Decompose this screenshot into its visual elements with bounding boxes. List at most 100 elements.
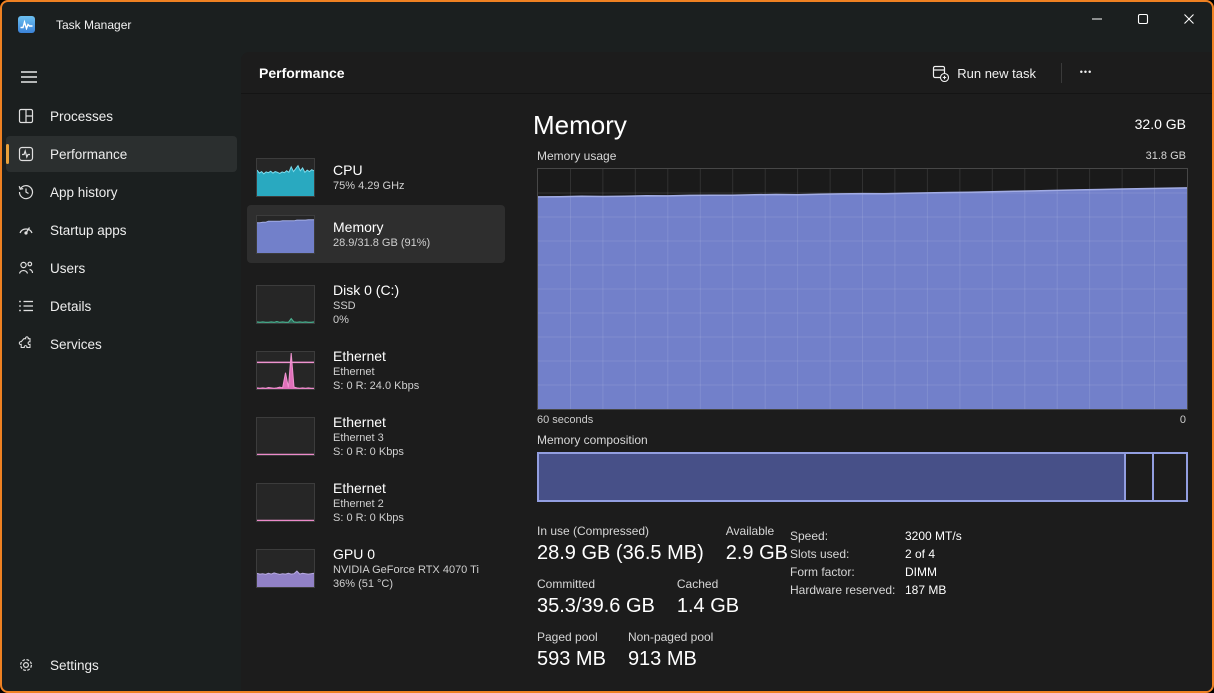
navigation-menu-button[interactable]: [11, 60, 47, 94]
sidebar-nav: Processes Performance App history Startu…: [2, 96, 241, 364]
users-icon: [17, 260, 34, 277]
info-value: 187 MB: [905, 581, 946, 599]
info-label: Form factor:: [790, 563, 905, 581]
stat-value: 28.9 GB (36.5 MB): [537, 541, 704, 566]
info-value: 2 of 4: [905, 545, 935, 563]
services-icon: [17, 336, 34, 353]
sidebar-item-details[interactable]: Details: [6, 288, 237, 324]
perf-item-subtitle: S: 0 R: 0 Kbps: [333, 445, 404, 459]
perf-item-subtitle: NVIDIA GeForce RTX 4070 Ti: [333, 563, 479, 577]
task-manager-window: Task Manager Processes: [0, 0, 1214, 693]
stat-in-use: In use (Compressed) 28.9 GB (36.5 MB): [537, 524, 704, 566]
memory-composition-label: Memory composition: [537, 433, 648, 447]
stat-label: Cached: [677, 577, 739, 592]
performance-icon: [17, 146, 34, 163]
page-title: Performance: [259, 65, 345, 81]
perf-item-title: Ethernet: [333, 480, 404, 497]
stat-paged-pool: Paged pool 593 MB: [537, 630, 606, 672]
info-speed: Speed: 3200 MT/s: [790, 527, 962, 545]
perf-item-subtitle: 0%: [333, 313, 399, 327]
perf-item-subtitle: S: 0 R: 24.0 Kbps: [333, 379, 419, 393]
run-new-task-icon: [932, 65, 949, 82]
info-value: 3200 MT/s: [905, 527, 962, 545]
perf-item-cpu[interactable]: CPU 75% 4.29 GHz: [247, 149, 505, 205]
run-new-task-button[interactable]: Run new task: [922, 58, 1046, 88]
memory-detail-title: Memory: [533, 110, 627, 141]
perf-item-title: Memory: [333, 219, 430, 236]
memory-total-capacity: 32.0 GB: [1135, 116, 1186, 132]
panel-header: Performance Run new task •••: [241, 52, 1212, 94]
maximize-button[interactable]: [1120, 2, 1166, 36]
disk-mini-chart: [256, 285, 315, 324]
perf-item-title: GPU 0: [333, 546, 479, 563]
sidebar-item-label: Users: [50, 261, 85, 276]
sidebar-item-label: App history: [50, 185, 118, 200]
stat-value: 1.4 GB: [677, 594, 739, 619]
stat-available: Available 2.9 GB: [726, 524, 788, 566]
window-title: Task Manager: [56, 18, 131, 32]
processes-icon: [17, 108, 34, 125]
perf-item-gpu[interactable]: GPU 0 NVIDIA GeForce RTX 4070 Ti 36% (51…: [247, 535, 505, 601]
stat-value: 593 MB: [537, 647, 606, 672]
sidebar: Processes Performance App history Startu…: [2, 52, 241, 691]
stat-label: In use (Compressed): [537, 524, 704, 539]
perf-item-title: Disk 0 (C:): [333, 282, 399, 299]
app-history-icon: [17, 184, 34, 201]
chart-scale-max: 31.8 GB: [1146, 150, 1186, 162]
stat-label: Non-paged pool: [628, 630, 713, 645]
minimize-icon: [1091, 13, 1103, 25]
perf-item-subtitle: Ethernet: [333, 365, 419, 379]
perf-item-ethernet-3[interactable]: Ethernet Ethernet 3 S: 0 R: 0 Kbps: [247, 403, 505, 469]
info-label: Hardware reserved:: [790, 581, 905, 599]
hamburger-icon: [21, 71, 37, 83]
stat-value: 2.9 GB: [726, 541, 788, 566]
memory-usage-chart: [537, 168, 1188, 410]
sidebar-item-services[interactable]: Services: [6, 326, 237, 362]
sidebar-item-startup-apps[interactable]: Startup apps: [6, 212, 237, 248]
info-label: Slots used:: [790, 545, 905, 563]
close-icon: [1183, 13, 1195, 25]
composition-segment-1: [539, 454, 1126, 500]
perf-item-title: Ethernet: [333, 414, 404, 431]
close-button[interactable]: [1166, 2, 1212, 36]
info-value: DIMM: [905, 563, 937, 581]
sidebar-item-label: Services: [50, 337, 102, 352]
ethernet-mini-chart: [256, 351, 315, 390]
run-new-task-label: Run new task: [957, 66, 1036, 81]
performance-panel: Performance Run new task ••• CPU 75% 4.2…: [241, 52, 1212, 691]
startup-apps-icon: [17, 222, 34, 239]
perf-item-ethernet-1[interactable]: Ethernet Ethernet S: 0 R: 24.0 Kbps: [247, 337, 505, 403]
perf-item-disk[interactable]: Disk 0 (C:) SSD 0%: [247, 271, 505, 337]
perf-item-title: Ethernet: [333, 348, 419, 365]
memory-hardware-info: Speed: 3200 MT/s Slots used: 2 of 4 Form…: [790, 527, 962, 599]
stat-label: Available: [726, 524, 788, 539]
perf-item-memory[interactable]: Memory 28.9/31.8 GB (91%): [247, 205, 505, 263]
stat-label: Committed: [537, 577, 655, 592]
sidebar-item-processes[interactable]: Processes: [6, 98, 237, 134]
task-manager-app-icon: [18, 16, 35, 33]
sidebar-item-label: Details: [50, 299, 91, 314]
sidebar-item-users[interactable]: Users: [6, 250, 237, 286]
perf-item-subtitle: SSD: [333, 299, 399, 313]
perf-item-subtitle: S: 0 R: 0 Kbps: [333, 511, 404, 525]
sidebar-item-settings[interactable]: Settings: [6, 647, 237, 683]
stat-cached: Cached 1.4 GB: [677, 577, 739, 619]
ethernet-mini-chart: [256, 483, 315, 522]
minimize-button[interactable]: [1074, 2, 1120, 36]
info-hardware-reserved: Hardware reserved: 187 MB: [790, 581, 962, 599]
sidebar-item-performance[interactable]: Performance: [6, 136, 237, 172]
perf-item-subtitle: Ethernet 3: [333, 431, 404, 445]
sidebar-item-app-history[interactable]: App history: [6, 174, 237, 210]
perf-item-ethernet-2[interactable]: Ethernet Ethernet 2 S: 0 R: 0 Kbps: [247, 469, 505, 535]
composition-segment-2: [1126, 454, 1154, 500]
perf-item-subtitle: 28.9/31.8 GB (91%): [333, 236, 430, 250]
perf-item-subtitle: Ethernet 2: [333, 497, 404, 511]
more-options-button[interactable]: •••: [1068, 58, 1104, 88]
info-label: Speed:: [790, 527, 905, 545]
info-form-factor: Form factor: DIMM: [790, 563, 962, 581]
chart-time-axis-right: 0: [1180, 414, 1186, 426]
sidebar-item-label: Performance: [50, 147, 127, 162]
perf-item-subtitle: 36% (51 °C): [333, 577, 479, 591]
stat-value: 35.3/39.6 GB: [537, 594, 655, 619]
title-bar: Task Manager: [2, 2, 1212, 52]
